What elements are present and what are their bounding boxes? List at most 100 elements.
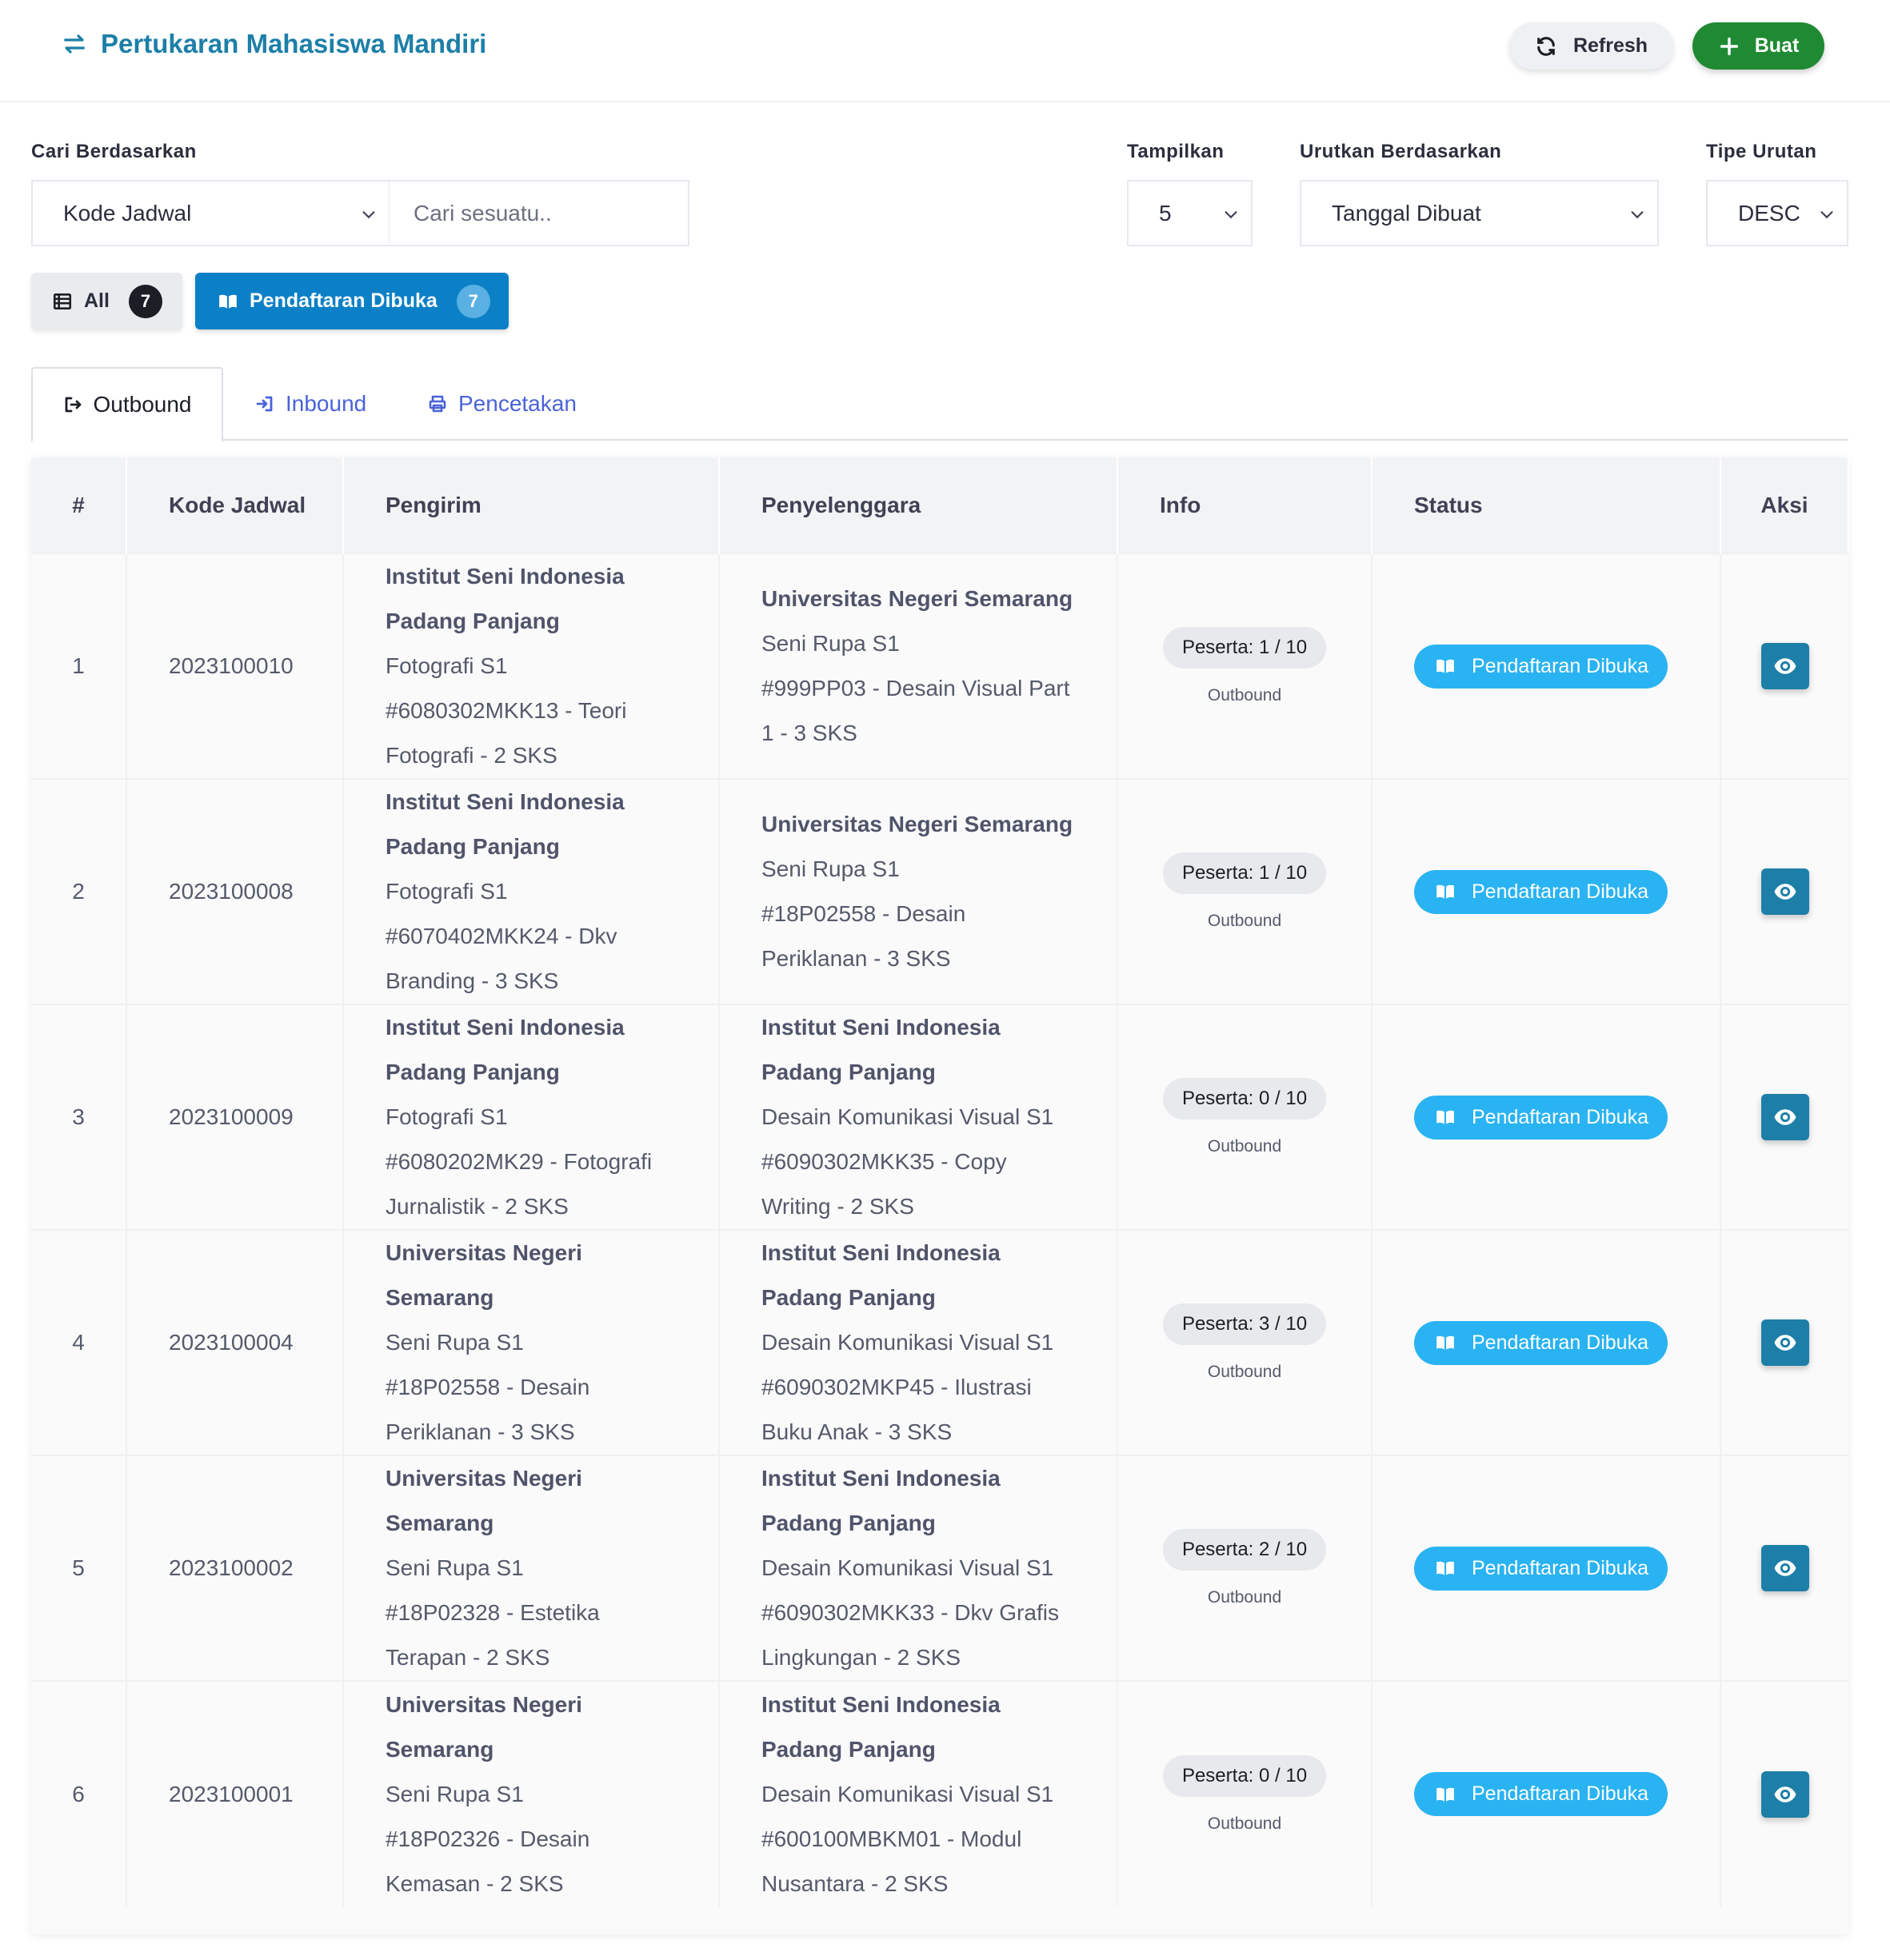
chevron-down-icon (362, 211, 375, 219)
host-course-line-1: #999PP03 - Desain Visual Part (761, 676, 1070, 701)
host-program: Seni Rupa S1 (761, 631, 900, 656)
host-program: Desain Komunikasi Visual S1 (761, 1555, 1054, 1580)
status-text: Pendaftaran Dibuka (1472, 1331, 1648, 1354)
sender-institution-line-1: Institut Seni Indonesia (386, 564, 625, 589)
sender-institution-line-2: Semarang (386, 1511, 494, 1535)
filter-open-label: Pendaftaran Dibuka (250, 289, 438, 312)
host-course-line-1: #6090302MKK35 - Copy (761, 1149, 1007, 1174)
tab-print[interactable]: Pencetakan (428, 367, 577, 441)
table-row: 4 2023100004 Universitas Negeri Semarang… (31, 1229, 1848, 1455)
search-by-select[interactable]: Kode Jadwal (31, 180, 390, 246)
sender-course-line-1: #6080202MK29 - Fotografi (386, 1149, 653, 1174)
host-program: Desain Komunikasi Visual S1 (761, 1781, 1054, 1806)
row-code: 2023100009 (126, 1004, 344, 1230)
sort-type-select[interactable]: DESC (1706, 180, 1848, 246)
row-action (1720, 1004, 1848, 1230)
column-header-status: Status (1372, 457, 1721, 553)
view-button[interactable] (1760, 1094, 1809, 1140)
filter-open-count: 7 (456, 284, 490, 318)
sender-institution-line-1: Universitas Negeri (386, 1240, 582, 1265)
create-button[interactable]: Buat (1692, 22, 1824, 70)
status-text: Pendaftaran Dibuka (1472, 1556, 1648, 1579)
row-info: Peserta: 0 / 10 Outbound (1117, 1680, 1373, 1906)
host-program: Desain Komunikasi Visual S1 (761, 1104, 1054, 1129)
row-status: Pendaftaran Dibuka (1372, 553, 1721, 779)
eye-icon (1774, 884, 1796, 900)
table-row: 5 2023100002 Universitas Negeri Semarang… (31, 1455, 1848, 1681)
book-open-icon (1436, 659, 1454, 673)
sender-program: Fotografi S1 (386, 1104, 508, 1129)
tab-print-label: Pencetakan (458, 391, 577, 416)
row-host: Universitas Negeri Semarang Seni Rupa S1… (719, 778, 1118, 1004)
status-text: Pendaftaran Dibuka (1472, 654, 1648, 677)
book-open-icon (1436, 1787, 1454, 1802)
participants-badge: Peserta: 1 / 10 (1162, 852, 1327, 894)
row-action (1720, 1229, 1848, 1455)
schedule-table: # Kode Jadwal Pengirim Penyelenggara Inf… (31, 457, 1849, 1934)
view-button[interactable] (1760, 643, 1809, 689)
status-text: Pendaftaran Dibuka (1472, 1782, 1648, 1805)
refresh-label: Refresh (1572, 34, 1648, 57)
sender-institution-line-2: Padang Panjang (386, 609, 560, 633)
table-row: 3 2023100009 Institut Seni Indonesia Pad… (31, 1004, 1848, 1230)
show-value: 5 (1159, 200, 1172, 226)
view-button[interactable] (1760, 1770, 1809, 1818)
filter-all-count: 7 (128, 284, 162, 318)
sender-institution-line-1: Institut Seni Indonesia (386, 789, 625, 814)
column-header-action: Aksi (1720, 457, 1849, 553)
sign-in-icon (256, 396, 273, 412)
book-open-icon (1436, 1110, 1454, 1124)
sender-course-line-2: Terapan - 2 SKS (386, 1645, 550, 1670)
search-input[interactable] (390, 180, 689, 246)
sort-by-select[interactable]: Tanggal Dibuat (1300, 180, 1659, 246)
row-code: 2023100004 (126, 1229, 344, 1455)
chevron-down-icon (1225, 211, 1237, 219)
host-institution-line-1: Institut Seni Indonesia (761, 1466, 1001, 1491)
sender-institution-line-1: Institut Seni Indonesia (386, 1015, 625, 1040)
eye-icon (1774, 1335, 1796, 1351)
eye-icon (1774, 658, 1796, 674)
tab-outbound[interactable]: Outbound (31, 367, 223, 442)
tab-inbound[interactable]: Inbound (255, 367, 366, 441)
view-button[interactable] (1760, 1319, 1809, 1366)
host-program: Seni Rupa S1 (761, 856, 900, 881)
row-host: Institut Seni Indonesia Padang Panjang D… (719, 1680, 1118, 1906)
sender-program: Fotografi S1 (386, 879, 508, 904)
view-button[interactable] (1760, 868, 1809, 915)
row-status: Pendaftaran Dibuka (1372, 1680, 1721, 1906)
book-open-icon (219, 294, 237, 309)
column-header-number: # (31, 457, 127, 553)
host-course-line-1: #600100MBKM01 - Modul (761, 1826, 1022, 1851)
sender-program: Fotografi S1 (386, 653, 508, 678)
row-action (1720, 1680, 1848, 1906)
sender-institution-line-2: Padang Panjang (386, 1060, 560, 1084)
filter-open-button[interactable]: Pendaftaran Dibuka 7 (195, 273, 509, 329)
chevron-down-icon (1631, 211, 1644, 219)
status-badge: Pendaftaran Dibuka (1414, 1546, 1668, 1591)
status-text: Pendaftaran Dibuka (1472, 1105, 1648, 1128)
view-button[interactable] (1760, 1545, 1809, 1591)
participants-badge: Peserta: 2 / 10 (1162, 1529, 1327, 1571)
row-sender: Universitas Negeri Semarang Seni Rupa S1… (343, 1455, 720, 1681)
book-open-icon (1436, 1561, 1454, 1575)
create-label: Buat (1754, 34, 1800, 57)
sender-course-line-2: Branding - 3 SKS (386, 968, 559, 993)
sign-out-icon (65, 397, 81, 413)
row-sender: Institut Seni Indonesia Padang Panjang F… (343, 553, 720, 779)
host-course-line-2: Periklanan - 3 SKS (761, 946, 951, 971)
host-institution-line-2: Padang Panjang (761, 1511, 936, 1535)
refresh-button[interactable]: Refresh (1509, 22, 1673, 70)
sort-type-value: DESC (1738, 200, 1800, 226)
show-select[interactable]: 5 (1127, 180, 1253, 246)
host-institution-line-2: Padang Panjang (761, 1060, 936, 1084)
direction-tabs: Outbound Inbound Pencetakan (31, 367, 1848, 442)
sort-by-label: Urutkan Berdasarkan (1300, 141, 1502, 162)
column-header-info: Info (1117, 457, 1373, 553)
tab-outbound-label: Outbound (93, 392, 192, 417)
host-course-line-2: Writing - 2 SKS (761, 1194, 914, 1219)
host-course-line-2: Lingkungan - 2 SKS (761, 1645, 961, 1670)
host-institution-line-1: Institut Seni Indonesia (761, 1240, 1001, 1265)
filter-all-button[interactable]: All 7 (31, 273, 182, 329)
host-institution-line-1: Universitas Negeri Semarang (761, 586, 1073, 611)
status-badge: Pendaftaran Dibuka (1414, 869, 1668, 914)
